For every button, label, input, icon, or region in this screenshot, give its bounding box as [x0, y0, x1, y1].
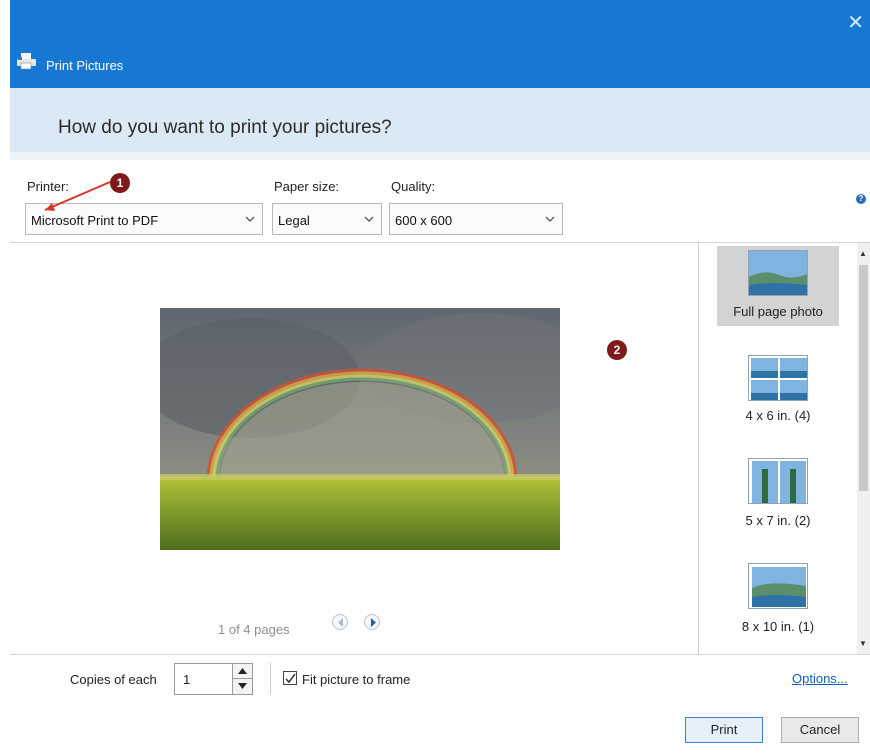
full-page-photo-icon	[748, 250, 808, 296]
four-by-six-icon	[748, 355, 808, 401]
layout-list: Full page photo 4 x 6 in. (4) 5 x 7 in. …	[699, 243, 857, 654]
layout-item-4x6[interactable]: 4 x 6 in. (4)	[717, 351, 839, 431]
arrow-left-icon	[338, 618, 343, 627]
copies-value: 1	[183, 672, 191, 687]
decrement-button[interactable]	[233, 679, 252, 694]
copies-stepper[interactable]	[232, 663, 253, 695]
checkmark-icon	[285, 673, 296, 684]
annotation-arrowhead-1	[45, 203, 55, 211]
options-link[interactable]: Options...	[792, 671, 848, 686]
caret-up-icon	[238, 668, 247, 674]
page-counter: 1 of 4 pages	[218, 622, 290, 637]
layout-label: 5 x 7 in. (2)	[745, 513, 811, 528]
preview-pane: 1 of 4 pages 2	[10, 243, 698, 654]
layout-item-full-page-photo[interactable]: Full page photo	[717, 246, 839, 326]
five-by-seven-icon	[748, 458, 808, 504]
layout-label: 4 x 6 in. (4)	[745, 408, 811, 423]
annotation-badge-2: 2	[607, 340, 627, 360]
scroll-down-icon[interactable]: ▼	[859, 639, 867, 648]
print-button[interactable]: Print	[685, 717, 763, 743]
bottom-separator	[270, 663, 271, 695]
layout-label: 8 x 10 in. (1)	[741, 619, 815, 634]
preview-photo	[160, 308, 560, 550]
layout-scrollbar[interactable]: ▲ ▼	[857, 243, 870, 654]
layout-label: Full page photo	[733, 304, 823, 319]
scroll-thumb[interactable]	[859, 265, 868, 491]
annotation-arrow-1	[44, 181, 111, 211]
arrow-right-icon	[371, 618, 376, 627]
copies-input[interactable]: 1	[174, 663, 236, 695]
scroll-up-icon[interactable]: ▲	[859, 249, 867, 258]
layout-item-5x7[interactable]: 5 x 7 in. (2)	[717, 456, 839, 536]
fit-picture-checkbox[interactable]	[283, 671, 297, 685]
eight-by-ten-icon	[748, 563, 808, 609]
copies-label: Copies of each	[70, 672, 157, 687]
fit-picture-label[interactable]: Fit picture to frame	[302, 672, 410, 687]
increment-button[interactable]	[233, 664, 252, 679]
bottom-bar: Copies of each 1 Fit picture to frame Op…	[10, 655, 870, 753]
next-page-button[interactable]	[364, 614, 380, 630]
previous-page-button[interactable]	[332, 614, 348, 630]
cancel-button[interactable]: Cancel	[781, 717, 859, 743]
layout-item-8x10[interactable]: 8 x 10 in. (1)	[717, 561, 839, 641]
caret-down-icon	[238, 683, 247, 689]
